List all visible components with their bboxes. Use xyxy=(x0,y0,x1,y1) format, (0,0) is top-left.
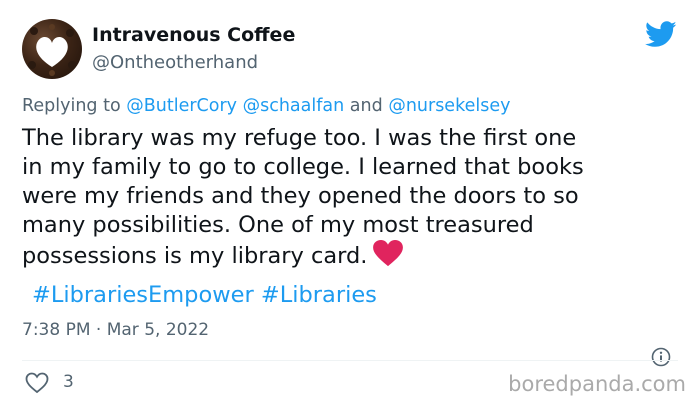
red-heart-icon xyxy=(373,240,404,267)
divider xyxy=(22,360,678,361)
tweet-date: Mar 5, 2022 xyxy=(106,320,210,340)
tweet-time: 7:38 PM xyxy=(22,320,91,340)
watermark: boredpanda.com xyxy=(508,372,686,396)
tweet-text: The library was my refuge too. I was the… xyxy=(22,124,682,269)
tweet-line: in my family to go to college. I learned… xyxy=(22,154,584,180)
author-name[interactable]: Intravenous Coffee xyxy=(92,24,295,46)
tweet-line: The library was my refuge too. I was the… xyxy=(22,125,577,151)
like-count: 3 xyxy=(63,372,74,392)
mention-link[interactable]: @nursekelsey xyxy=(388,96,510,116)
replying-joiner: and xyxy=(349,96,383,116)
replying-prefix: Replying to xyxy=(22,96,121,116)
tweet-line: were my friends and they opened the door… xyxy=(22,183,579,209)
meta-separator: · xyxy=(95,320,102,340)
timestamp[interactable]: 7:38 PM · Mar 5, 2022 xyxy=(22,320,209,340)
mention-link[interactable]: @schaalfan xyxy=(243,96,345,116)
replying-to: Replying to @ButlerCory @schaalfan and @… xyxy=(22,96,510,116)
twitter-bird-icon[interactable] xyxy=(645,21,677,48)
tweet-line: possessions is my library card. xyxy=(22,243,368,269)
info-icon[interactable] xyxy=(651,347,671,367)
hashtag-link[interactable]: #Libraries xyxy=(261,282,377,308)
author-handle[interactable]: @Ontheotherhand xyxy=(92,52,258,73)
hashtags: #LibrariesEmpower #Libraries xyxy=(32,282,377,308)
mention-link[interactable]: @ButlerCory xyxy=(126,96,237,116)
tweet-line: many possibilities. One of my most treas… xyxy=(22,212,534,238)
coffee-bean-heart-icon xyxy=(28,24,76,76)
tweet-line-last: possessions is my library card. xyxy=(22,240,682,269)
hashtag-link[interactable]: #LibrariesEmpower xyxy=(32,282,254,308)
heart-outline-icon[interactable] xyxy=(25,372,49,394)
avatar[interactable] xyxy=(22,19,82,79)
